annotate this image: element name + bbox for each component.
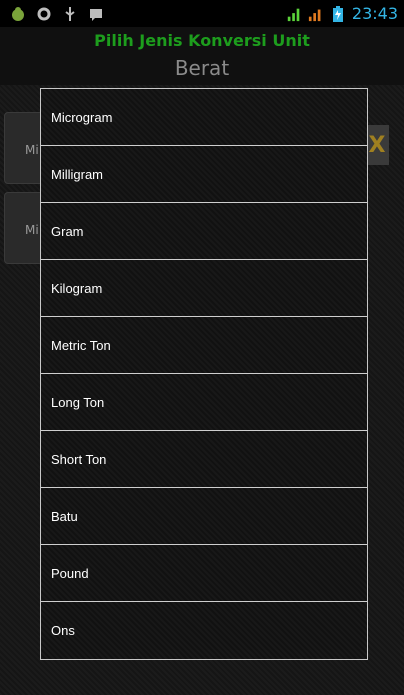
signal-h-icon [286, 6, 302, 22]
unit-picker-dialog: Microgram Milligram Gram Kilogram Metric… [40, 88, 368, 660]
unit-option-microgram[interactable]: Microgram [41, 89, 367, 146]
to-unit-text: Mi [25, 223, 39, 237]
unit-option-gram[interactable]: Gram [41, 203, 367, 260]
unit-option-pound[interactable]: Pound [41, 545, 367, 602]
app-title: Pilih Jenis Konversi Unit [94, 31, 310, 50]
clock: 23:43 [351, 4, 398, 23]
unit-option-long-ton[interactable]: Long Ton [41, 374, 367, 431]
unit-option-ons[interactable]: Ons [41, 602, 367, 659]
unit-option-batu[interactable]: Batu [41, 488, 367, 545]
message-icon [88, 6, 104, 22]
unit-option-label: Kilogram [51, 280, 103, 296]
category-title: Berat [174, 56, 230, 80]
unit-option-label: Gram [51, 223, 84, 239]
unit-option-label: Milligram [51, 166, 103, 182]
unit-option-label: Ons [51, 623, 75, 638]
cellular-signal-icon [308, 6, 324, 22]
unit-option-milligram[interactable]: Milligram [41, 146, 367, 203]
battery-charging-icon [330, 5, 346, 22]
android-debug-icon [10, 6, 26, 22]
unit-option-label: Pound [51, 565, 89, 581]
from-unit-text: Mi [25, 143, 39, 157]
unit-option-label: Microgram [51, 109, 113, 125]
unit-option-short-ton[interactable]: Short Ton [41, 431, 367, 488]
unit-option-metric-ton[interactable]: Metric Ton [41, 317, 367, 374]
unit-option-label: Batu [51, 508, 78, 524]
unit-option-label: Short Ton [51, 451, 107, 467]
clear-button: X [365, 125, 389, 165]
status-bar: 23:43 [0, 0, 404, 27]
settings-cog-icon [36, 6, 52, 22]
unit-option-label: Metric Ton [51, 337, 111, 353]
usb-icon [62, 6, 78, 22]
unit-option-kilogram[interactable]: Kilogram [41, 260, 367, 317]
unit-option-label: Long Ton [51, 394, 105, 410]
